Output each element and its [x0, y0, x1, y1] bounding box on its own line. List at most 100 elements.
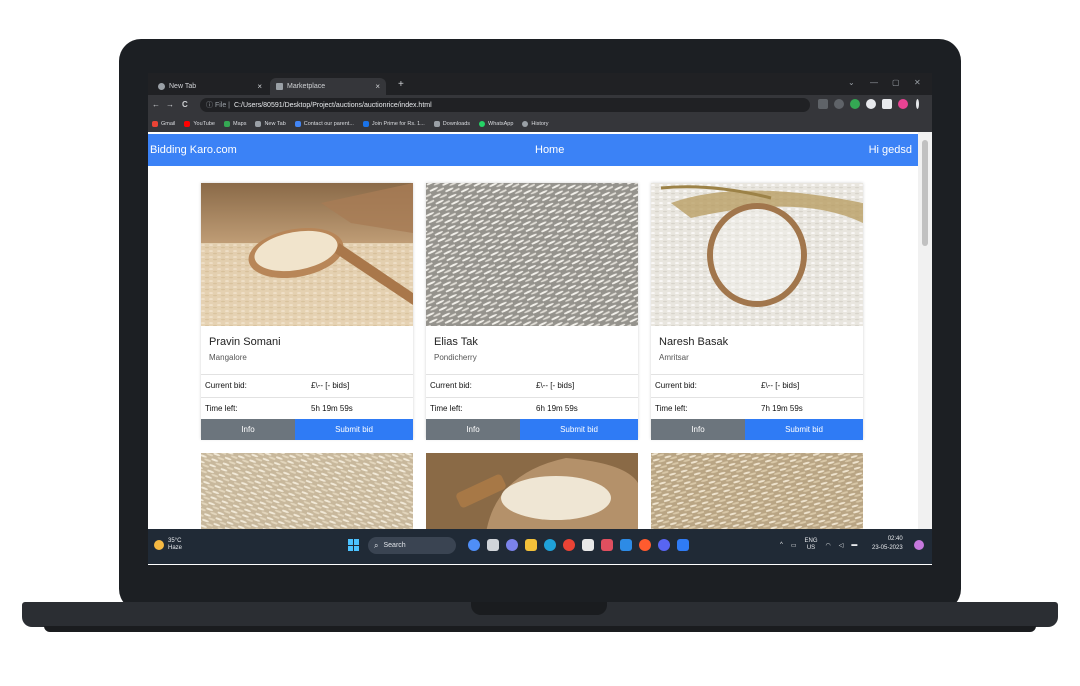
download-icon — [433, 120, 440, 127]
address-bar[interactable]: ⓘ File | C:/Users/80591/Desktop/Project/… — [200, 98, 810, 112]
history-icon — [522, 120, 529, 127]
bookmark-whatsapp[interactable]: WhatsApp — [479, 120, 513, 127]
maps-icon — [224, 120, 230, 127]
task-view-icon[interactable] — [487, 539, 499, 551]
tab-close-icon[interactable]: × — [375, 82, 380, 91]
site-info-icon[interactable]: ⓘ File | — [206, 100, 230, 110]
battery-icon[interactable]: ▬ — [851, 542, 857, 548]
bookmark-contact-parent[interactable]: Contact our parent... — [294, 120, 354, 127]
windows-taskbar: 35°C Haze ⌕ Search ^ ▭ ENG US ◠ ◁ ▬ 02:4… — [148, 529, 932, 564]
clock-date: 23-05-2023 — [872, 545, 903, 551]
share-icon[interactable] — [818, 99, 828, 109]
windows-start-icon[interactable] — [348, 539, 360, 551]
current-bid-row: Current bid: £\-- [- bids] — [426, 374, 638, 394]
file-explorer-icon[interactable] — [525, 539, 537, 551]
chrome-taskbar-icon[interactable] — [563, 539, 575, 551]
volume-icon[interactable]: ◁ — [839, 542, 844, 549]
teams-icon[interactable] — [506, 539, 518, 551]
time-left-value: 6h 19m 59s — [536, 404, 578, 413]
vscode-icon[interactable] — [620, 539, 632, 551]
info-button[interactable]: Info — [651, 419, 745, 440]
seller-city: Amritsar — [659, 353, 689, 362]
language-indicator[interactable]: ENG US — [805, 538, 818, 552]
seller-name: Naresh Basak — [659, 336, 729, 348]
bookmark-gmail[interactable]: Gmail — [152, 120, 175, 127]
new-tab-button[interactable]: + — [398, 79, 404, 90]
current-bid-label: Current bid: — [430, 381, 472, 390]
auction-card: Elias Tak Pondicherry Current bid: £\-- … — [426, 183, 638, 440]
current-bid-label: Current bid: — [655, 381, 697, 390]
menu-kebab-icon[interactable] — [916, 99, 919, 109]
bookmark-new-tab[interactable]: New Tab — [255, 120, 286, 127]
current-bid-value: £\-- [- bids] — [761, 381, 800, 390]
extension-shield-icon[interactable] — [850, 99, 860, 109]
scrollbar-thumb[interactable] — [922, 140, 928, 246]
whatsapp-icon — [479, 120, 486, 127]
submit-bid-button[interactable]: Submit bid — [745, 419, 863, 440]
maximize-button[interactable]: ▢ — [892, 78, 900, 87]
app-icon[interactable] — [677, 539, 689, 551]
info-button[interactable]: Info — [201, 419, 295, 440]
tab-close-icon[interactable]: × — [257, 82, 262, 91]
bookmark-star-icon[interactable] — [834, 99, 844, 109]
laptop-base-shadow — [44, 626, 1036, 632]
extensions-puzzle-icon[interactable] — [866, 99, 876, 109]
web-page: Bidding Karo.com Home Hi gedsd Pravin So… — [148, 132, 918, 529]
tab-new-tab[interactable]: New Tab × — [152, 78, 268, 95]
nav-home-link[interactable]: Home — [535, 144, 564, 156]
current-bid-value: £\-- [- bids] — [311, 381, 350, 390]
tab-marketplace[interactable]: Marketplace × — [270, 78, 386, 95]
time-left-row: Time left: 6h 19m 59s — [426, 397, 638, 417]
copilot-icon[interactable] — [468, 539, 480, 551]
submit-bid-button[interactable]: Submit bid — [295, 419, 413, 440]
bookmark-downloads[interactable]: Downloads — [433, 120, 470, 127]
browser-tab-bar: New Tab × Marketplace × + ⌄ — ▢ ✕ — [148, 73, 932, 95]
info-button[interactable]: Info — [426, 419, 520, 440]
taskbar-search[interactable]: ⌕ Search — [368, 537, 456, 554]
edge-icon[interactable] — [544, 539, 556, 551]
auction-card-image-partial — [201, 453, 413, 529]
brave-icon[interactable] — [639, 539, 651, 551]
office-icon[interactable] — [601, 539, 613, 551]
search-icon: ⌕ — [374, 540, 379, 550]
forward-button[interactable]: → — [166, 100, 174, 109]
chevron-up-icon[interactable]: ^ — [780, 542, 783, 548]
bookmark-history[interactable]: History — [522, 120, 549, 127]
time-left-label: Time left: — [655, 404, 688, 413]
bookmark-youtube[interactable]: YouTube — [184, 120, 215, 127]
card-actions: Info Submit bid — [201, 419, 413, 440]
tab-search-icon[interactable]: ⌄ — [848, 78, 855, 87]
back-button[interactable]: ← — [152, 100, 160, 109]
seller-city: Pondicherry — [434, 353, 477, 362]
auction-card: Naresh Basak Amritsar Current bid: £\-- … — [651, 183, 863, 440]
basmati-rice-image — [426, 183, 638, 326]
taskbar-clock[interactable]: 02:40 23-05-2023 — [872, 535, 903, 553]
wifi-icon[interactable]: ◠ — [826, 542, 831, 549]
store-icon[interactable] — [582, 539, 594, 551]
auction-card-image-partial — [651, 453, 863, 529]
bookmark-prime[interactable]: Join Prime for Rs. 1... — [362, 120, 425, 127]
submit-bid-button[interactable]: Submit bid — [520, 419, 638, 440]
time-left-row: Time left: 7h 19m 59s — [651, 397, 863, 417]
tab-label: Marketplace — [287, 83, 326, 90]
user-greeting[interactable]: Hi gedsd — [869, 144, 912, 156]
minimize-button[interactable]: — — [870, 78, 878, 87]
side-panel-icon[interactable] — [882, 99, 892, 109]
reload-button[interactable]: C — [182, 100, 188, 109]
discord-icon[interactable] — [658, 539, 670, 551]
notification-icon[interactable] — [914, 540, 924, 550]
laptop-mockup: New Tab × Marketplace × + ⌄ — ▢ ✕ ← → C … — [0, 0, 1080, 686]
tray-app-icon[interactable]: ▭ — [791, 542, 797, 549]
bookmark-maps[interactable]: Maps — [224, 120, 246, 127]
profile-avatar[interactable] — [898, 99, 908, 109]
page-scrollbar[interactable] — [918, 132, 932, 529]
contact-icon — [294, 120, 301, 127]
close-window-button[interactable]: ✕ — [914, 78, 921, 87]
globe-icon — [255, 120, 262, 127]
time-left-value: 5h 19m 59s — [311, 404, 353, 413]
site-brand[interactable]: Bidding Karo.com — [150, 144, 237, 156]
weather-widget[interactable]: 35°C Haze — [154, 538, 182, 552]
site-navbar: Bidding Karo.com Home Hi gedsd — [148, 134, 918, 166]
current-bid-label: Current bid: — [205, 381, 247, 390]
prime-icon — [362, 120, 369, 127]
